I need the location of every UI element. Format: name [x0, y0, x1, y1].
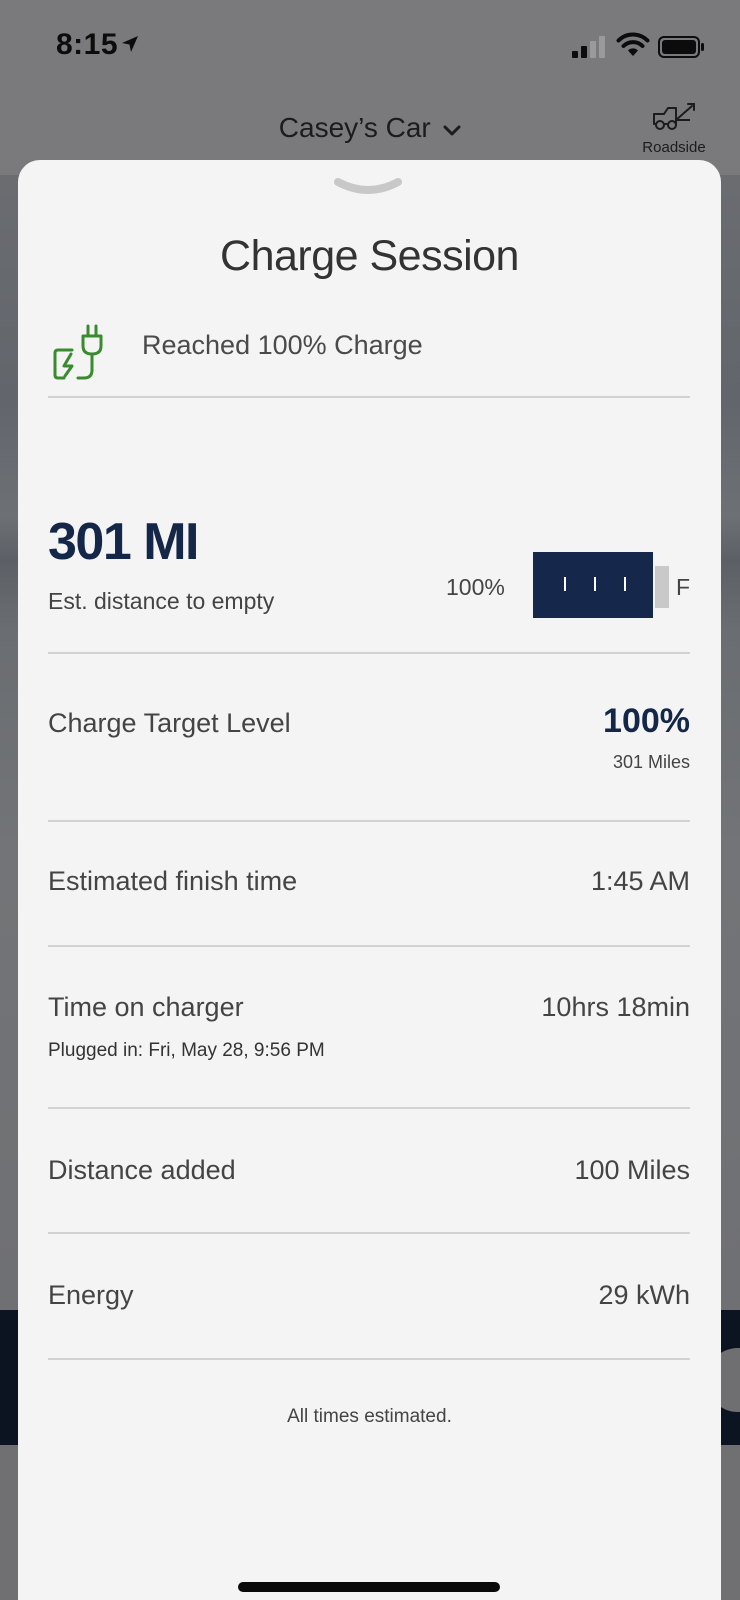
divider: [48, 1107, 690, 1109]
battery-gauge-cap: [655, 566, 669, 608]
range-label: Est. distance to empty: [48, 588, 275, 614]
divider: [48, 396, 690, 398]
divider: [48, 945, 690, 947]
charging-plug-icon: [53, 324, 103, 380]
charge-status-row: Reached 100% Charge: [50, 320, 690, 384]
charge-target-value[interactable]: 100%: [603, 702, 690, 741]
battery-gauge-tick: [624, 577, 626, 591]
energy-value: 29 kWh: [598, 1280, 690, 1310]
footnote: All times estimated.: [287, 1406, 452, 1427]
plugged-in-time: Plugged in: Fri, May 28, 9:56 PM: [48, 1040, 325, 1061]
finish-time-value: 1:45 AM: [590, 866, 690, 896]
time-on-charger-value: 10hrs 18min: [541, 992, 690, 1022]
screen: 8:15 Casey’s Car Roadside Charge Session…: [0, 0, 740, 1600]
sheet-dismiss-chevron-icon[interactable]: [332, 176, 404, 202]
divider: [48, 820, 690, 822]
battery-gauge-tick: [594, 577, 596, 591]
tow-truck-icon: [653, 103, 695, 130]
energy-label: Energy: [48, 1280, 134, 1310]
wifi-icon: [616, 32, 650, 56]
charge-session-sheet: Charge Session Reached 100% Charge 301 M…: [18, 160, 721, 1600]
home-indicator[interactable]: [238, 1582, 500, 1592]
charge-target-miles: 301 Miles: [612, 752, 690, 772]
finish-time-label: Estimated finish time: [48, 866, 298, 896]
battery-gauge-fill: [533, 552, 653, 618]
location-arrow-icon: [122, 36, 138, 52]
status-bar: 8:15: [0, 0, 740, 95]
charge-target-label: Charge Target Level: [48, 708, 291, 738]
charge-status-text: Reached 100% Charge: [142, 330, 423, 360]
vehicle-selector[interactable]: Casey’s Car: [0, 112, 740, 144]
divider: [48, 1358, 690, 1360]
time-on-charger-label: Time on charger: [48, 992, 244, 1022]
roadside-button[interactable]: Roadside: [632, 98, 716, 166]
battery-status-icon: [658, 36, 704, 58]
cellular-signal-icon: [572, 36, 605, 58]
distance-added-value: 100 Miles: [574, 1155, 690, 1185]
sheet-title: Charge Session: [220, 232, 519, 280]
vehicle-name: Casey’s Car: [278, 112, 431, 143]
battery-percent-label: 100%: [446, 574, 505, 600]
battery-gauge-tick: [564, 577, 566, 591]
distance-added-label: Distance added: [48, 1155, 236, 1185]
battery-full-label: F: [676, 574, 691, 600]
divider: [48, 652, 690, 654]
divider: [48, 1232, 690, 1234]
status-time: 8:15: [56, 28, 119, 61]
range-value: 301 MI: [48, 513, 199, 571]
roadside-label: Roadside: [642, 139, 706, 156]
chevron-down-icon: [443, 125, 461, 136]
battery-gauge: [533, 550, 673, 620]
